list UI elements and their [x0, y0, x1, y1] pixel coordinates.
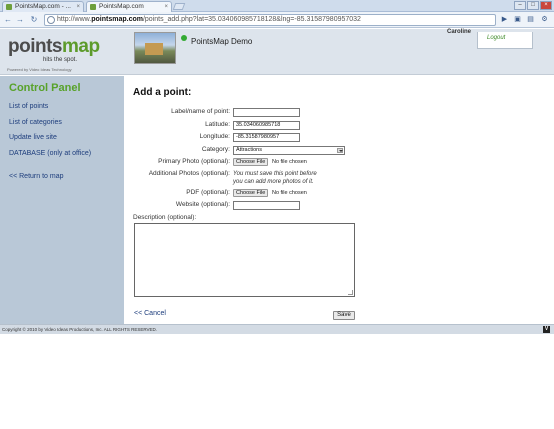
save-button[interactable]: Save — [333, 311, 355, 320]
category-selected-value: Attractions — [236, 147, 262, 153]
category-select[interactable]: Attractions — [233, 146, 345, 155]
logout-box: Logout — [477, 32, 533, 49]
longitude-input[interactable]: -85.31587980957 — [233, 133, 300, 142]
description-label: Description (optional): — [133, 214, 197, 221]
footer-logo-icon: V — [543, 326, 550, 333]
pdf-choose-file-button[interactable]: Choose File — [233, 189, 269, 197]
site-header: pointsmap hits the spot. Powered by Vide… — [0, 29, 554, 75]
go-arrow-icon[interactable]: ▶ — [499, 14, 510, 25]
globe-icon — [47, 16, 55, 24]
url-prefix: http://www. — [57, 16, 92, 23]
website-label: Website (optional): — [175, 201, 230, 208]
site-thumbnail — [134, 32, 176, 64]
reload-icon[interactable]: ↻ — [29, 15, 39, 25]
maximize-icon[interactable]: □ — [527, 1, 539, 10]
tab-title: PointsMap.com — [99, 3, 144, 10]
page-menu-icon[interactable]: ▤ — [525, 14, 536, 25]
sidebar-item-update-live-site[interactable]: Update live site — [9, 134, 57, 141]
browser-tab-bar: PointsMap.com - ... × PointsMap.com × – … — [0, 0, 554, 12]
category-label: Category: — [201, 146, 230, 153]
favicon-icon — [6, 4, 12, 10]
address-bar[interactable]: http://www.pointsmap.com/points_add.php?… — [44, 14, 496, 26]
powered-by-text: Powered by Video Ideas Technology — [7, 67, 72, 72]
tab-title: PointsMap.com - ... — [15, 3, 71, 10]
browser-tab-active[interactable]: PointsMap.com × — [86, 1, 172, 12]
sidebar-item-list-of-categories[interactable]: List of categories — [9, 119, 62, 126]
chevron-down-icon — [337, 148, 343, 153]
sidebar-item-list-of-points[interactable]: List of points — [9, 103, 48, 110]
copyright-text: Copyright © 2010 by Video Ideas Producti… — [2, 327, 158, 332]
pdf-file-status: No file chosen — [272, 190, 307, 196]
status-dot-icon — [181, 35, 187, 41]
pdf-label: PDF (optional): — [186, 189, 230, 196]
latitude-label: Latitude: — [205, 121, 230, 128]
logout-link[interactable]: Logout — [487, 35, 505, 41]
primary-photo-file-status: No file chosen — [272, 159, 307, 165]
wrench-icon[interactable]: ⚙ — [539, 14, 550, 25]
browser-tab[interactable]: PointsMap.com - ... × — [2, 1, 84, 12]
forward-arrow-icon[interactable]: → — [15, 15, 25, 25]
user-name: Caroline — [447, 29, 472, 35]
primary-photo-label: Primary Photo (optional): — [158, 158, 230, 165]
url-path: /points_add.php?lat=35.034060985718128&l… — [142, 16, 361, 23]
window-controls: – □ × — [514, 1, 552, 10]
close-tab-icon[interactable]: × — [76, 2, 80, 12]
sidebar: Control Panel List of points List of cat… — [0, 76, 124, 324]
primary-photo-choose-file-button[interactable]: Choose File — [233, 158, 269, 166]
logo-tagline: hits the spot. — [43, 57, 78, 63]
new-tab-button[interactable] — [172, 3, 186, 10]
additional-photos-label: Additional Photos (optional): — [148, 170, 230, 177]
sidebar-item-return-to-map[interactable]: << Return to map — [9, 173, 63, 180]
url-domain: pointsmap.com — [91, 16, 143, 23]
browser-toolbar: ← → ↻ http://www.pointsmap.com/points_ad… — [0, 12, 554, 28]
site-footer: Copyright © 2010 by Video Ideas Producti… — [0, 324, 554, 334]
close-tab-icon[interactable]: × — [164, 2, 168, 12]
back-arrow-icon[interactable]: ← — [3, 15, 13, 25]
close-window-icon[interactable]: × — [540, 1, 552, 10]
minimize-icon[interactable]: – — [514, 1, 526, 10]
additional-photos-note: You must save this point before you can … — [233, 171, 317, 185]
cancel-link[interactable]: << Cancel — [134, 310, 166, 317]
description-textarea[interactable] — [134, 223, 355, 297]
website-input[interactable] — [233, 201, 300, 210]
label-name-input[interactable] — [233, 108, 300, 117]
longitude-label: Longitude: — [199, 133, 230, 140]
favicon-icon — [90, 4, 96, 10]
site-name: PointsMap Demo — [191, 37, 253, 46]
pointsmap-logo[interactable]: pointsmap — [8, 36, 100, 58]
page-title: Add a point: — [133, 87, 192, 98]
label-name-label: Label/name of point: — [171, 108, 230, 115]
bookmark-icon[interactable]: ▣ — [512, 14, 523, 25]
control-panel-title: Control Panel — [9, 82, 81, 94]
latitude-input[interactable]: 35.034060985718 — [233, 121, 300, 130]
sidebar-item-database[interactable]: DATABASE (only at office) — [9, 150, 91, 157]
